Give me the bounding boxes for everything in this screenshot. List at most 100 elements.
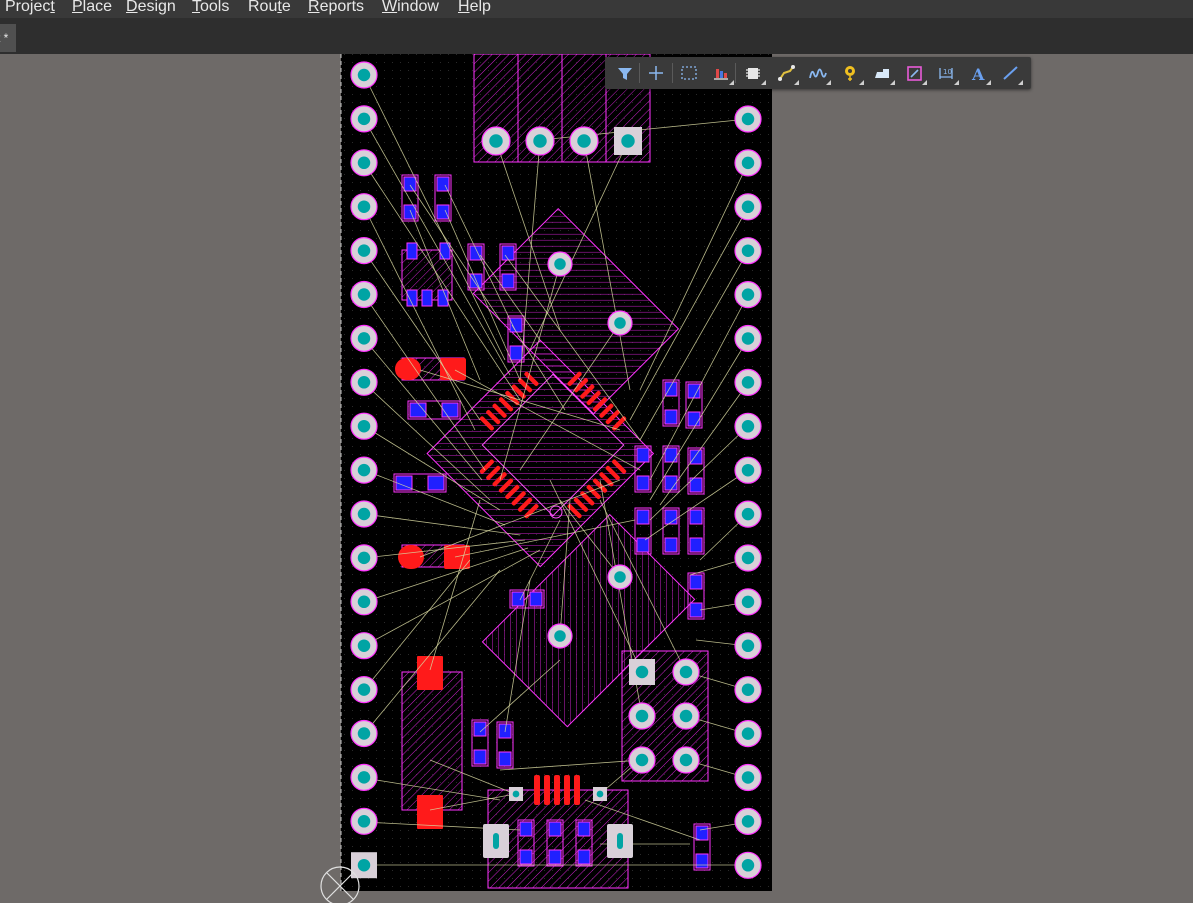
header-left-pin-15-hole <box>357 683 371 696</box>
document-tab-bar: t * <box>0 18 1193 54</box>
active-bar-toolbar: 10 A <box>605 57 1031 89</box>
r11-b <box>519 849 533 865</box>
header-right-pin-3-hole <box>741 200 755 214</box>
string-button[interactable]: A <box>965 61 991 85</box>
r3-b <box>687 411 701 427</box>
header-left-pin-14 <box>350 632 378 660</box>
menu-window[interactable]: Window <box>382 0 439 15</box>
header-right-pin-13 <box>734 632 762 660</box>
header-right-pin-18-hole <box>741 859 755 872</box>
menu-route[interactable]: Route <box>248 0 291 15</box>
header-left-pin-4-hole <box>357 200 371 213</box>
usb-finger-4 <box>574 775 580 805</box>
c1-a <box>403 176 417 192</box>
header-right-pin-17-hole <box>741 815 755 828</box>
line-button[interactable] <box>997 61 1023 85</box>
header-right-pin-5-hole <box>741 288 755 301</box>
polygon-pour-button[interactable] <box>869 61 895 85</box>
icsp-pin-3 <box>628 702 656 730</box>
header-left-pin-11-hole <box>357 507 371 521</box>
header-left-pin-17-hole <box>357 771 371 784</box>
usb-mount-left <box>509 787 523 801</box>
header-left-pin-8 <box>350 368 378 396</box>
icsp-pin-2-hole <box>679 665 693 679</box>
crystal-top-pin-2 <box>607 310 633 336</box>
header-left-pin-6 <box>350 280 378 309</box>
select-rectangle-button[interactable] <box>676 61 702 85</box>
crystal-top-pin <box>547 251 573 277</box>
header-right-pin-7 <box>734 368 762 396</box>
icsp-pin-3-hole <box>635 709 649 723</box>
r12-b <box>548 849 562 865</box>
header-right-pin-14-hole <box>741 683 755 696</box>
crosshair-button[interactable] <box>643 61 669 85</box>
header-right-pin-2 <box>734 149 762 177</box>
header-left-pin-7 <box>350 324 378 352</box>
header-left-pin-19-hole <box>357 858 371 872</box>
c5-a <box>473 721 487 737</box>
header-left-pin-16 <box>350 719 378 748</box>
dropdown-corner-indicator <box>729 80 734 85</box>
c2-b <box>436 204 450 220</box>
header-right-pin-8 <box>734 412 762 440</box>
dropdown-corner-indicator <box>826 80 831 85</box>
header-left-pin-2-hole <box>357 112 371 126</box>
component-button[interactable] <box>740 61 766 85</box>
icsp-pin-1 <box>629 659 655 685</box>
header-left-pin-12 <box>350 544 378 572</box>
menu-bar: Project Place Design Tools Route Reports Windo… <box>0 0 1193 18</box>
icsp-pin-4 <box>672 702 700 730</box>
r5-b <box>664 475 678 491</box>
menu-design[interactable]: Design <box>126 0 176 15</box>
header-right-pin-4 <box>734 237 762 265</box>
regulator-pad-bottom <box>417 795 443 829</box>
dropdown-corner-indicator <box>1018 80 1023 85</box>
usb-mount-right-hole <box>596 790 604 798</box>
header-right-pin-10 <box>734 500 762 528</box>
dimension-button[interactable]: 10 <box>933 61 959 85</box>
r15-b <box>441 402 459 418</box>
align-button[interactable] <box>708 61 734 85</box>
cap-top-pad-1 <box>395 358 421 380</box>
pcb-workspace[interactable] <box>0 54 1193 903</box>
svg-text:A: A <box>971 65 985 84</box>
filter-button[interactable] <box>612 61 638 85</box>
r9-a <box>689 509 703 525</box>
keepout-button[interactable] <box>901 61 927 85</box>
header-right-pin-11 <box>734 544 762 572</box>
menu-tools[interactable]: Tools <box>192 0 229 15</box>
header-left-pin-13-hole <box>357 595 371 609</box>
header-left-pin-3 <box>350 149 378 177</box>
header-right-pin-18 <box>734 851 762 879</box>
header-right-pin-12-hole <box>741 595 755 609</box>
usb-finger-0 <box>534 775 540 805</box>
c6-b <box>498 751 512 767</box>
header-right-pin-7-hole <box>741 376 755 389</box>
tune-length-button[interactable] <box>805 61 831 85</box>
header-right-pin-16 <box>734 763 762 792</box>
menu-help[interactable]: Help <box>458 0 491 15</box>
menu-project[interactable]: Project <box>5 0 55 15</box>
header-right-pin-8-hole <box>741 420 755 433</box>
r10-a <box>689 574 703 590</box>
menu-place[interactable]: Place <box>72 0 112 15</box>
r1-a <box>509 317 523 333</box>
dropdown-corner-indicator <box>761 80 766 85</box>
document-tab[interactable]: t * <box>0 24 16 52</box>
r4-b <box>636 475 650 491</box>
header-left-pin-10-hole <box>357 463 371 477</box>
interactive-routing-button[interactable] <box>773 61 799 85</box>
header-right-pin-13-hole <box>741 639 755 653</box>
via-button[interactable] <box>838 61 864 85</box>
c4-a <box>501 245 515 261</box>
usb-finger-3 <box>564 775 570 805</box>
usb-mount-left-hole <box>512 790 520 798</box>
header-right-pin-3 <box>734 193 762 221</box>
header-left-pin-9 <box>350 412 378 440</box>
toolbar-separator <box>639 63 640 83</box>
dropdown-corner-indicator <box>922 80 927 85</box>
icsp-pin-1-hole <box>635 665 649 679</box>
menu-reports[interactable]: Reports <box>308 0 364 15</box>
header-left-pin-11 <box>350 500 378 528</box>
pcb-board-canvas[interactable] <box>0 54 1193 903</box>
